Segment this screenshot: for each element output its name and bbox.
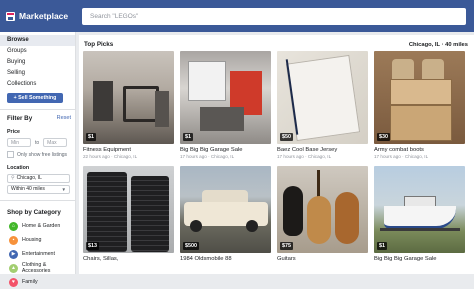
category-title: Shop by Category [7,209,61,216]
listing-meta: 17 hours ago · Chicago, IL [180,154,235,159]
sell-something-button[interactable]: + Sell Something [7,93,63,103]
listing-card[interactable]: $500 1984 Oldsmobile 88 [180,166,271,262]
price-badge: $13 [86,242,99,250]
location-value: Chicago, IL [16,175,42,181]
category-label: Entertainment [22,251,55,257]
category-label: Family [22,279,38,285]
price-label: Price [7,129,20,135]
price-badge: $50 [280,133,293,141]
reset-link[interactable]: Reset [57,115,71,122]
listing-photo[interactable]: $1 [83,51,174,144]
category-label: Home & Garden [22,223,61,229]
sidebar-item-selling[interactable]: Selling [0,68,75,79]
section-title: Top Picks [84,41,114,48]
radius-select[interactable]: Within 40 miles ▼ [7,185,70,194]
listing-meta: 17 hours ago · Chicago, IL [277,154,332,159]
listing-photo[interactable]: $30 [374,51,465,144]
price-to-label: to [35,139,40,146]
free-listings-label: Only show free listings [17,151,68,158]
entertainment-icon: ▶ [9,249,18,259]
max-price-input[interactable]: Max [43,138,68,147]
listing-photo[interactable]: $50 [277,51,368,144]
listing-card[interactable]: $30 Army combat boots 17 hours ago · Chi… [374,51,465,159]
price-badge: $30 [377,133,390,141]
price-badge: $1 [183,133,193,141]
category-housing[interactable]: ▪ Housing [0,233,75,247]
price-badge: $1 [377,242,387,250]
listing-title[interactable]: Fitness Equipment [83,147,174,153]
listing-photo[interactable]: $1 [374,166,465,253]
free-listings-checkbox[interactable] [7,151,14,158]
category-clothing[interactable]: ▲ Clothing & Accessories [0,261,75,275]
listing-card[interactable]: $1 Big Big Big Garage Sale [374,166,465,262]
search-box[interactable] [82,7,466,25]
sidebar-item-collections[interactable]: Collections [0,79,75,90]
listing-card[interactable]: $1 Fitness Equipment 22 hours ago · Chic… [83,51,174,159]
marketplace-logo[interactable]: Marketplace [0,11,80,21]
listing-title[interactable]: Big Big Big Garage Sale [180,147,271,153]
sidebar: Browse Groups Buying Selling Collections… [0,32,76,287]
category-label: Housing [22,237,42,243]
listing-title[interactable]: Big Big Big Garage Sale [374,256,465,262]
listing-title[interactable]: Baez Cool Base Jersey [277,147,368,153]
listing-card[interactable]: $13 Chairs, Sillas, [83,166,174,262]
price-badge: $75 [280,242,293,250]
listing-photo[interactable]: $13 [83,166,174,253]
search-input[interactable] [88,11,466,21]
listing-photo[interactable]: $75 [277,166,368,253]
sidebar-item-buying[interactable]: Buying [0,57,75,68]
category-label: Clothing & Accessories [21,262,51,274]
listing-photo[interactable]: $500 [180,166,271,253]
listing-meta: 22 hours ago · Chicago, IL [83,154,138,159]
housing-icon: ▪ [9,235,18,245]
min-price-input[interactable]: Min [7,138,31,147]
category-home-garden[interactable]: ⌂ Home & Garden [0,219,75,233]
house-icon: ⌂ [9,221,18,231]
family-icon: ♥ [9,277,18,287]
price-badge: $500 [183,242,199,250]
listing-card[interactable]: $1 Big Big Big Garage Sale 17 hours ago … [180,51,271,159]
listing-grid: $1 Fitness Equipment 22 hours ago · Chic… [83,51,465,262]
location-input[interactable]: ⚲ Chicago, IL [7,174,70,183]
location-filter[interactable]: Chicago, IL · 40 miles [409,42,468,48]
price-badge: $1 [86,133,96,141]
sidebar-item-groups[interactable]: Groups [0,46,75,57]
marketplace-icon [6,11,15,21]
listing-title[interactable]: Guitars [277,256,368,262]
pin-icon: ⚲ [11,175,15,181]
chevron-down-icon: ▼ [61,187,66,192]
clothing-icon: ▲ [9,263,18,273]
listing-title[interactable]: 1984 Oldsmobile 88 [180,256,271,262]
location-label: Location [7,165,30,171]
filter-title: Filter By [7,115,33,122]
category-entertainment[interactable]: ▶ Entertainment [0,247,75,261]
listing-meta: 17 hours ago · Chicago, IL [374,154,429,159]
sidebar-item-browse[interactable]: Browse [0,35,75,46]
listing-title[interactable]: Chairs, Sillas, [83,256,174,262]
listings-panel: Top Picks Chicago, IL · 40 miles $1 Fitn… [79,35,474,274]
listing-photo[interactable]: $1 [180,51,271,144]
top-bar: Marketplace [0,0,474,32]
category-family[interactable]: ♥ Family [0,275,75,289]
listing-title[interactable]: Army combat boots [374,147,465,153]
radius-value: Within 40 miles [11,186,45,192]
listing-card[interactable]: $75 Guitars [277,166,368,262]
listing-card[interactable]: $50 Baez Cool Base Jersey 17 hours ago ·… [277,51,368,159]
app-title: Marketplace [19,11,69,21]
